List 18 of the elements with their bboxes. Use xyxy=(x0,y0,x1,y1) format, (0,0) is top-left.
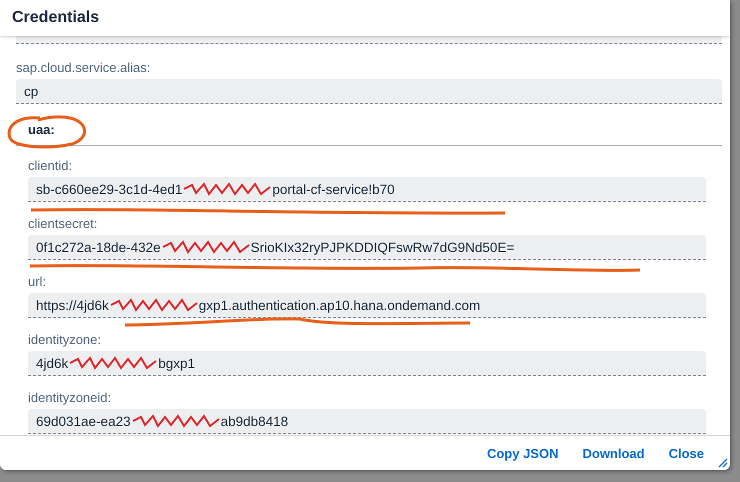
dialog-title: Credentials xyxy=(12,9,100,27)
group-label: uaa: xyxy=(16,104,722,146)
footer-button[interactable]: Download xyxy=(572,442,655,464)
field-label: clientsecret: xyxy=(28,216,98,231)
value-field: https://4jd6k gxp1.authentication.ap10.hana.ondemand.com xyxy=(28,293,706,318)
value-field: 0f1c272a-18de-432e SrioKIx32ryPJPKDDIQFswRw7dG9Nd50E= xyxy=(28,235,706,260)
value-field: sb-c660ee29-3c1d-4ed1 portal-cf-service!b70 xyxy=(28,177,706,202)
field-label: identityzone: xyxy=(28,332,102,347)
resize-icon[interactable] xyxy=(716,456,728,468)
footer-button[interactable]: Copy JSON xyxy=(476,442,568,464)
field-label: clientid: xyxy=(28,158,74,173)
value-field: 4jd6k bgxp1 xyxy=(28,351,706,376)
footer-button[interactable]: Close xyxy=(658,442,714,464)
field-label: sap.cloud.service.alias: xyxy=(16,60,152,75)
value-field: 69d031ae-ea23 ab9db8418 xyxy=(28,409,706,434)
field-label: url: xyxy=(28,274,48,289)
field-label: identityzoneid: xyxy=(28,390,112,405)
value-field: cp xyxy=(16,79,722,104)
